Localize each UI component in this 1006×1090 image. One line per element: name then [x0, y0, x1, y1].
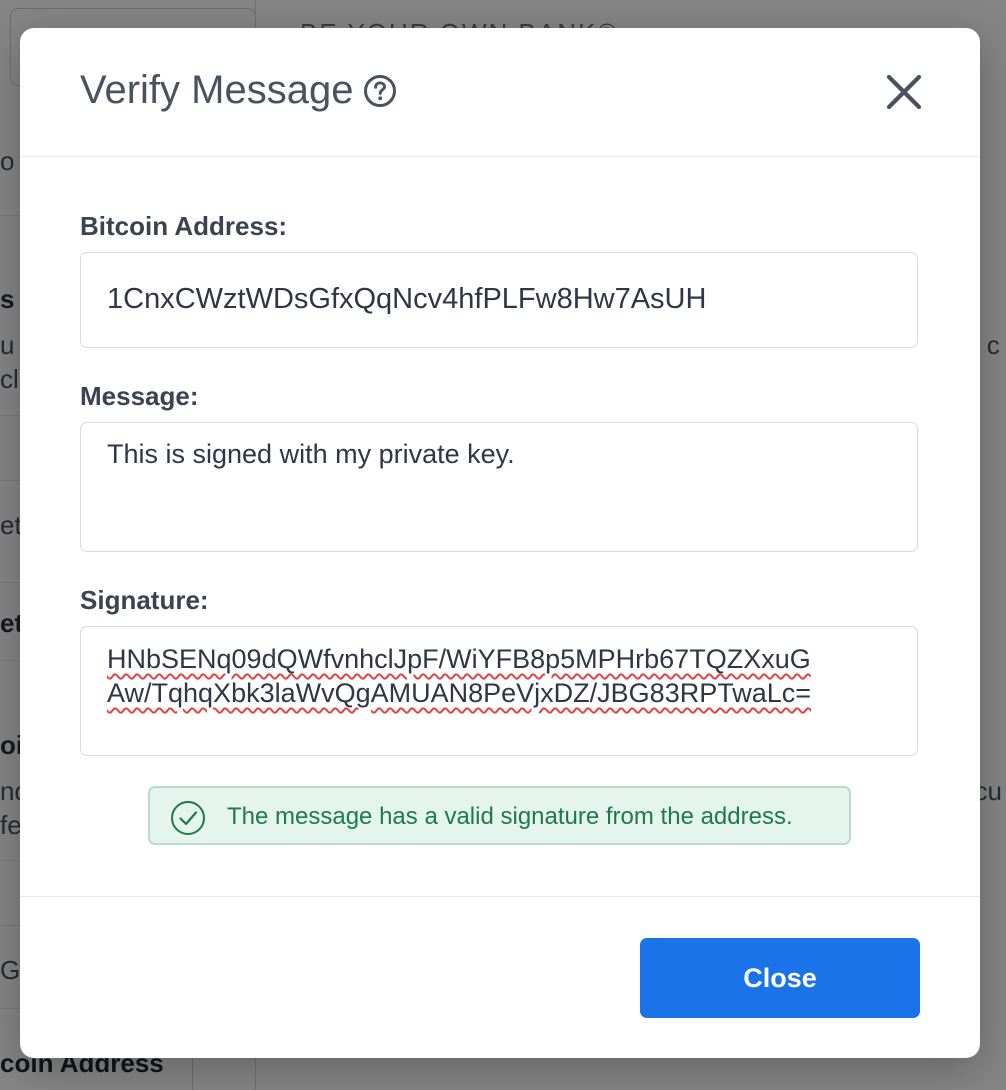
address-label: Bitcoin Address:	[80, 211, 288, 241]
dialog-footer-divider	[20, 896, 980, 897]
question-circle-icon[interactable]	[363, 74, 397, 108]
signature-line: HNbSENq09dQWfvnhclJpF/WiYFB8p5MPHrb67TQZ…	[107, 644, 811, 674]
dialog-title-text: Verify Message	[80, 68, 354, 112]
status-text: The message has a valid signature from t…	[227, 803, 793, 830]
close-x-icon[interactable]	[884, 72, 924, 112]
valid-signature-alert: The message has a valid signature from t…	[148, 786, 851, 845]
message-textarea[interactable]: This is signed with my private key.	[80, 422, 918, 552]
verify-message-dialog: Verify Message Bitcoin Address: 1CnxCWzt…	[20, 28, 980, 1058]
check-circle-icon	[171, 801, 205, 835]
signature-textarea[interactable]: HNbSENq09dQWfvnhclJpF/WiYFB8p5MPHrb67TQZ…	[80, 626, 918, 756]
message-label: Message:	[80, 381, 199, 411]
close-button[interactable]: Close	[640, 938, 920, 1018]
dialog-header: Verify Message	[20, 28, 980, 157]
message-value: This is signed with my private key.	[107, 439, 515, 469]
signature-label: Signature:	[80, 585, 209, 615]
dialog-title: Verify Message	[80, 68, 397, 113]
address-value: 1CnxCWztWDsGfxQqNcv4hfPLFw8Hw7AsUH	[107, 283, 707, 315]
signature-line: Aw/TqhqXbk3laWvQgAMUAN8PeVjxDZ/JBG83RPTw…	[107, 678, 812, 708]
address-field[interactable]: 1CnxCWztWDsGfxQqNcv4hfPLFw8Hw7AsUH	[80, 252, 918, 348]
